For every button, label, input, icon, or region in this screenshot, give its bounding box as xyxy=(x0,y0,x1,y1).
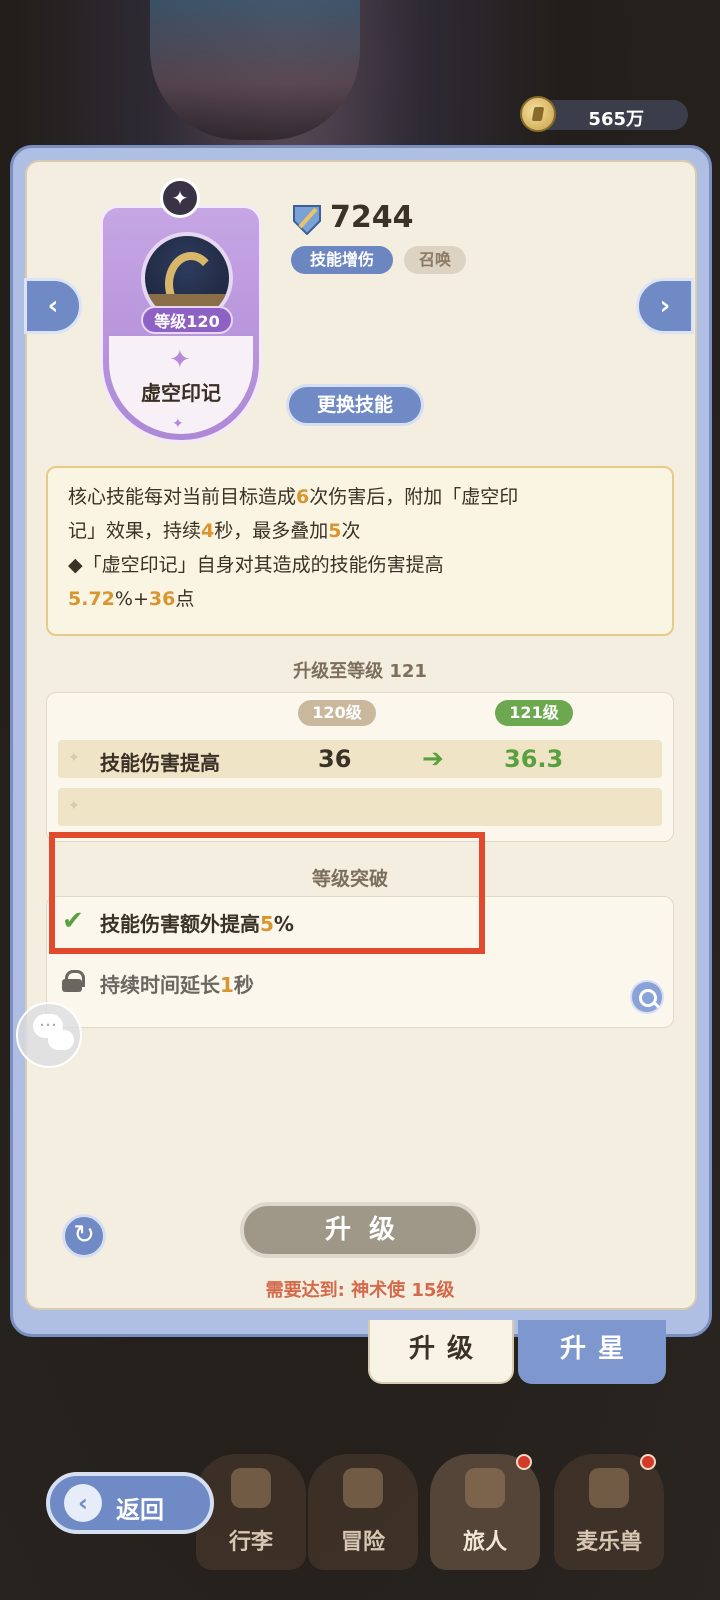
nav-label: 旅人 xyxy=(462,1530,507,1555)
desc-line-4: 5.72%+36点 xyxy=(68,588,195,610)
notification-dot xyxy=(516,1454,532,1470)
nav-item-traveler[interactable]: 旅人 xyxy=(430,1454,540,1570)
compare-row: ✦ 技能伤害提高 36 ➔ 36.3 xyxy=(58,740,662,778)
chest-icon xyxy=(231,1468,271,1508)
current-level-tag: 120级 xyxy=(298,700,376,726)
desc-line-1: 核心技能每对当前目标造成6次伤害后，附加「虚空印 xyxy=(68,486,519,508)
chat-icon[interactable] xyxy=(16,1002,82,1068)
bullet-icon: ✦ xyxy=(68,798,80,814)
nav-label: 冒险 xyxy=(340,1530,385,1555)
upgrade-button[interactable]: 升级 xyxy=(240,1202,480,1258)
coin-icon xyxy=(520,96,556,132)
nav-label: 麦乐兽 xyxy=(575,1530,642,1555)
chevron-left-icon: ‹ xyxy=(47,291,59,321)
back-button[interactable]: ‹ 返回 xyxy=(46,1472,214,1534)
bullet-icon: ✦ xyxy=(68,750,80,766)
tab-star-up[interactable]: 升星 xyxy=(518,1320,666,1384)
tag-skill-damage: 技能增伤 xyxy=(291,246,393,274)
pet-icon xyxy=(589,1468,629,1508)
prev-skill-button[interactable]: ‹ xyxy=(24,278,82,334)
nav-item-adventure[interactable]: 冒险 xyxy=(308,1454,418,1570)
lock-icon xyxy=(62,970,85,992)
small-sparkle-icon: ✦ xyxy=(172,416,184,432)
back-label: 返回 xyxy=(116,1496,164,1524)
swords-icon xyxy=(343,1468,383,1508)
tag-summon: 召唤 xyxy=(404,246,466,274)
power-value: 7244 xyxy=(330,200,414,235)
nav-item-pet[interactable]: 麦乐兽 xyxy=(554,1454,664,1570)
upgrade-requirement: 需要达到: 神术使 15级 xyxy=(265,1280,455,1301)
currency-display: 565万 xyxy=(520,96,688,132)
skill-level-badge: 等级120 xyxy=(141,306,233,334)
zoom-icon[interactable] xyxy=(630,980,664,1014)
chevron-right-icon: › xyxy=(659,291,671,321)
next-skill-button[interactable]: › xyxy=(636,278,694,334)
power-shield-icon xyxy=(293,205,321,235)
next-level-tag: 121级 xyxy=(495,700,573,726)
desc-line-2: 记」效果，持续4秒，最多叠加5次 xyxy=(68,520,361,542)
compare-row-empty: ✦ xyxy=(58,788,662,826)
sparkle-icon: ✦ xyxy=(169,345,191,375)
diamond-star-icon: ✦ xyxy=(160,178,200,218)
traveler-icon xyxy=(465,1468,505,1508)
stat-label: 技能伤害提高 xyxy=(100,751,220,775)
nav-label: 行李 xyxy=(228,1530,273,1555)
notification-dot xyxy=(640,1454,656,1470)
arrow-right-icon: ➔ xyxy=(422,744,444,774)
tab-upgrade[interactable]: 升级 xyxy=(368,1320,514,1384)
change-skill-button[interactable]: 更换技能 xyxy=(286,384,424,426)
highlight-frame xyxy=(49,832,485,954)
skill-description: 核心技能每对当前目标造成6次伤害后，附加「虚空印 记」效果，持续4秒，最多叠加5… xyxy=(46,466,674,636)
skill-name: 虚空印记 xyxy=(141,381,221,405)
currency-value: 565万 xyxy=(588,109,644,130)
refresh-icon[interactable]: ↻ xyxy=(62,1214,106,1258)
desc-line-3: ◆「虚空印记」自身对其造成的技能伤害提高 xyxy=(68,554,444,576)
breakthrough-item-locked: 持续时间延长1秒 xyxy=(100,973,254,997)
back-arrow-icon: ‹ xyxy=(64,1484,102,1522)
stat-current-value: 36 xyxy=(318,745,352,773)
upgrade-title: 升级至等级 121 xyxy=(293,661,427,682)
stat-next-value: 36.3 xyxy=(504,745,564,773)
